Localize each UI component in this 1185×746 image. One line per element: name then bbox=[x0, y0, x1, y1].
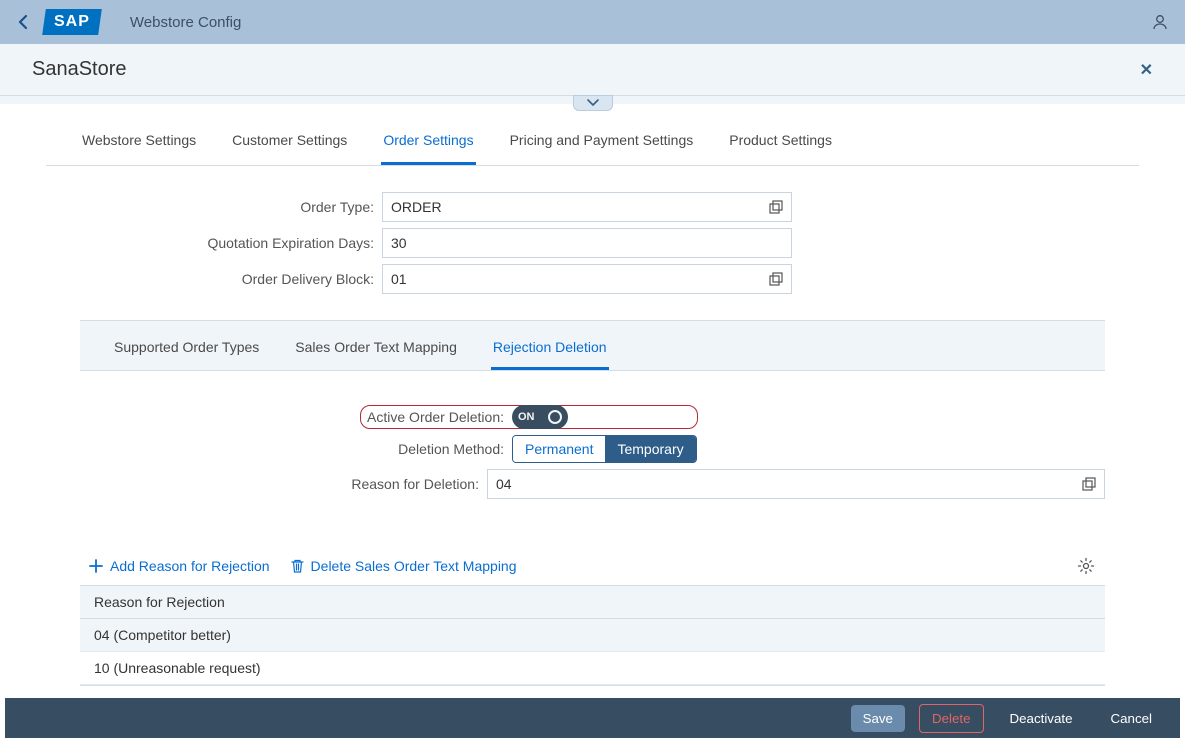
main-tabs: Webstore Settings Customer Settings Orde… bbox=[46, 112, 1139, 166]
tab-sales-order-text-mapping[interactable]: Sales Order Text Mapping bbox=[293, 339, 459, 370]
user-icon[interactable] bbox=[1151, 13, 1169, 31]
sub-tabs: Supported Order Types Sales Order Text M… bbox=[80, 321, 1105, 370]
quotation-days-label: Quotation Expiration Days: bbox=[46, 235, 382, 251]
reason-for-deletion-input[interactable]: 04 bbox=[487, 469, 1105, 499]
gear-icon[interactable] bbox=[1077, 557, 1095, 575]
active-order-deletion-toggle[interactable]: ON bbox=[512, 405, 568, 429]
sub-panel: Supported Order Types Sales Order Text M… bbox=[80, 320, 1105, 686]
deactivate-button[interactable]: Deactivate bbox=[998, 705, 1085, 732]
chevron-down-icon[interactable] bbox=[573, 95, 613, 111]
cell-reason: 10 (Unreasonable request) bbox=[94, 660, 261, 676]
tab-customer-settings[interactable]: Customer Settings bbox=[230, 132, 349, 165]
table-row[interactable]: 04 (Competitor better) bbox=[80, 619, 1105, 652]
delete-mapping-label: Delete Sales Order Text Mapping bbox=[311, 558, 517, 574]
deletion-method-temporary[interactable]: Temporary bbox=[605, 436, 695, 462]
reason-table: Reason for Rejection 04 (Competitor bett… bbox=[80, 585, 1105, 685]
table-header: Reason for Rejection bbox=[80, 585, 1105, 619]
tab-pricing-payment-settings[interactable]: Pricing and Payment Settings bbox=[508, 132, 696, 165]
page-title: SanaStore bbox=[32, 58, 127, 81]
header-collapser bbox=[0, 96, 1185, 104]
add-reason-for-rejection-button[interactable]: Add Reason for Rejection bbox=[88, 558, 270, 574]
tab-rejection-deletion[interactable]: Rejection Deletion bbox=[491, 339, 609, 370]
deletion-method-label: Deletion Method: bbox=[80, 441, 512, 457]
delivery-block-label: Order Delivery Block: bbox=[46, 271, 382, 287]
deletion-method-segmented: Permanent Temporary bbox=[512, 435, 697, 463]
quotation-days-input[interactable]: 30 bbox=[382, 228, 792, 258]
cancel-button[interactable]: Cancel bbox=[1099, 705, 1165, 732]
tab-order-settings[interactable]: Order Settings bbox=[381, 132, 475, 165]
tab-product-settings[interactable]: Product Settings bbox=[727, 132, 834, 165]
app-title: Webstore Config bbox=[130, 14, 241, 31]
table-row[interactable]: 10 (Unreasonable request) bbox=[80, 652, 1105, 685]
add-reason-label: Add Reason for Rejection bbox=[110, 558, 270, 574]
value-help-icon[interactable] bbox=[1082, 477, 1096, 491]
close-icon[interactable]: ✕ bbox=[1140, 60, 1153, 80]
value-help-icon[interactable] bbox=[769, 272, 783, 286]
footer-bar: Save Delete Deactivate Cancel bbox=[5, 698, 1180, 738]
reason-for-deletion-label: Reason for Deletion: bbox=[80, 476, 487, 492]
trash-icon bbox=[290, 558, 305, 574]
delete-mapping-button[interactable]: Delete Sales Order Text Mapping bbox=[290, 558, 517, 574]
active-order-deletion-label: Active Order Deletion: bbox=[80, 409, 512, 425]
save-button[interactable]: Save bbox=[851, 705, 905, 732]
tab-supported-order-types[interactable]: Supported Order Types bbox=[112, 339, 261, 370]
shell-bar: SAP Webstore Config bbox=[0, 0, 1185, 44]
delete-button[interactable]: Delete bbox=[919, 704, 984, 733]
order-type-label: Order Type: bbox=[46, 199, 382, 215]
toggle-knob-icon bbox=[548, 410, 562, 424]
reason-for-deletion-value: 04 bbox=[496, 476, 512, 492]
order-type-value: ORDER bbox=[391, 199, 442, 215]
back-button[interactable] bbox=[16, 14, 30, 30]
deletion-method-permanent[interactable]: Permanent bbox=[513, 436, 605, 462]
object-header: SanaStore ✕ bbox=[0, 44, 1185, 96]
plus-icon bbox=[88, 558, 104, 574]
order-type-input[interactable]: ORDER bbox=[382, 192, 792, 222]
delivery-block-input[interactable]: 01 bbox=[382, 264, 792, 294]
order-settings-form: Order Type: ORDER Quotation Expiration D… bbox=[46, 166, 1139, 318]
cell-reason: 04 (Competitor better) bbox=[94, 627, 231, 643]
table-toolbar: Add Reason for Rejection Delete Sales Or… bbox=[80, 549, 1105, 583]
toggle-on-label: ON bbox=[518, 411, 535, 423]
value-help-icon[interactable] bbox=[769, 200, 783, 214]
quotation-days-value: 30 bbox=[391, 235, 407, 251]
sap-logo: SAP bbox=[42, 9, 102, 35]
column-header-reason: Reason for Rejection bbox=[94, 594, 225, 610]
tab-webstore-settings[interactable]: Webstore Settings bbox=[80, 132, 198, 165]
delivery-block-value: 01 bbox=[391, 271, 407, 287]
